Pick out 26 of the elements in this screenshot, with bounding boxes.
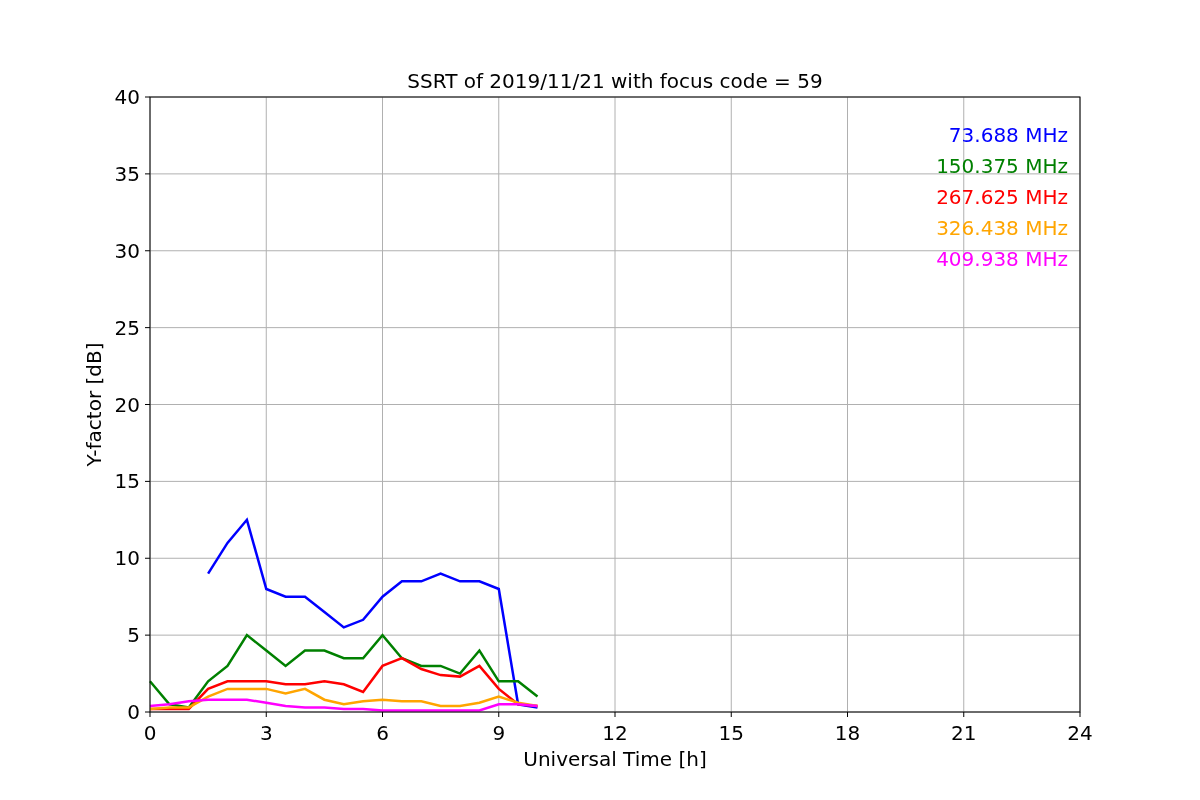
tick-label: 6 — [376, 721, 389, 745]
tick-label: 9 — [492, 721, 506, 745]
tick-label: 21 — [951, 721, 977, 745]
tick-label: 25 — [114, 315, 140, 340]
x-axis-label: Universal Time [h] — [523, 747, 707, 771]
tick-label: 0 — [143, 721, 157, 745]
tick-label: 10 — [114, 546, 140, 571]
tick-label: 35 — [114, 161, 140, 186]
y-axis-label: Y-factor [dB] — [82, 342, 106, 467]
tick-label: 24 — [1067, 721, 1093, 745]
chart-title: SSRT of 2019/11/21 with focus code = 59 — [407, 69, 823, 93]
tick-label: 15 — [718, 721, 744, 745]
legend-label: 326.438 MHz — [936, 216, 1068, 240]
legend-label: 267.625 MHz — [936, 185, 1068, 209]
legend-label: 73.688 MHz — [948, 123, 1068, 147]
tick-label: 12 — [602, 721, 628, 745]
tick-label: 5 — [127, 623, 140, 648]
tick-label: 20 — [114, 392, 140, 417]
tick-label: 0 — [127, 700, 140, 724]
tick-label: 3 — [259, 721, 273, 745]
tick-label: 18 — [834, 721, 861, 745]
tick-label: 30 — [114, 238, 140, 263]
tick-label: 15 — [114, 469, 140, 494]
legend-label: 409.938 MHz — [936, 247, 1068, 271]
legend-label: 150.375 MHz — [936, 154, 1068, 178]
tick-label: 40 — [114, 85, 140, 109]
